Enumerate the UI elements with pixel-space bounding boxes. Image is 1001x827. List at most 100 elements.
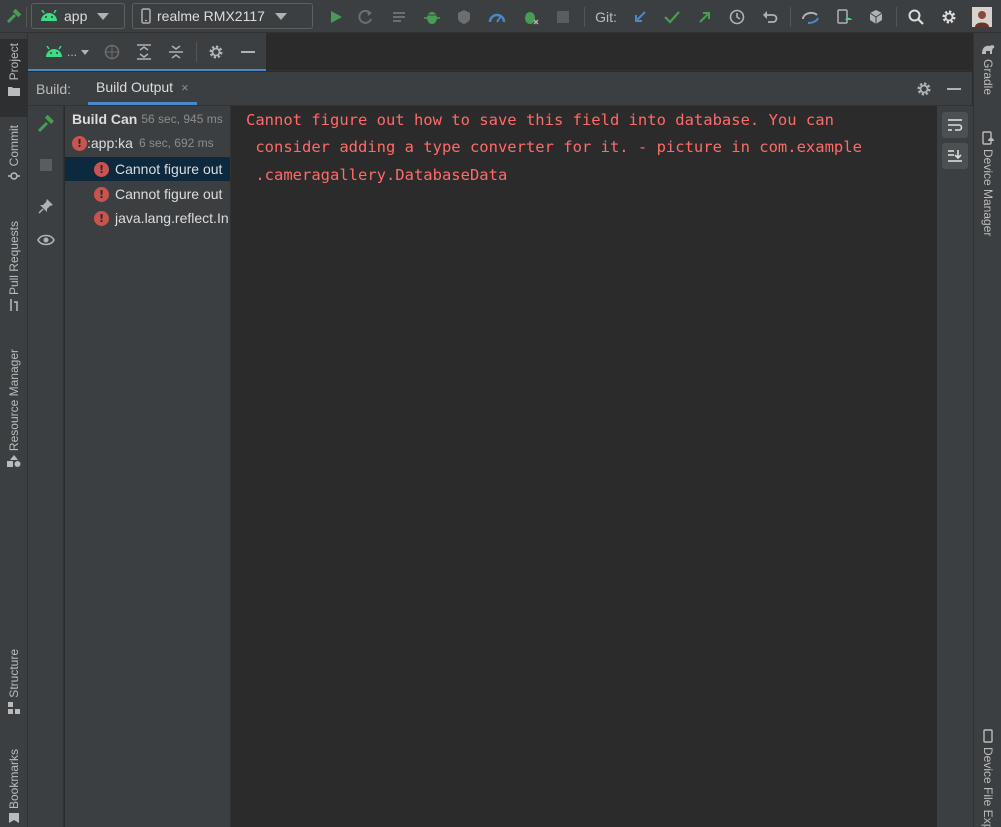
bookmark-icon [9, 813, 19, 824]
device-manager-icon [982, 131, 994, 145]
tree-item-error-2[interactable]: ! Cannot figure out [65, 182, 230, 206]
close-icon[interactable]: × [181, 80, 189, 95]
build-hammer-icon[interactable] [2, 0, 26, 33]
chevron-down-icon [81, 49, 89, 55]
pull-request-icon [8, 299, 20, 312]
tree-item-error-3[interactable]: ! java.lang.reflect.In [65, 206, 230, 230]
sdk-manager-icon[interactable] [864, 0, 888, 33]
device-label: realme RMX2117 [157, 8, 265, 24]
settings-gear-icon[interactable] [912, 72, 936, 105]
console-line: Cannot figure out how to save this field… [246, 111, 834, 129]
device-dots: ... [66, 45, 77, 59]
attach-debugger-icon[interactable] [519, 0, 543, 33]
tab-build-output[interactable]: Build Output × [88, 72, 197, 105]
debug-icon[interactable] [420, 0, 444, 33]
phone-icon [983, 729, 993, 743]
profiler-icon[interactable] [485, 0, 509, 33]
console-line: consider adding a type converter for it.… [246, 138, 862, 156]
tree-item-duration: 56 sec, 945 ms [141, 112, 223, 126]
android-icon [45, 46, 63, 58]
expand-all-icon[interactable] [132, 35, 156, 69]
tree-item-label: Build Can [72, 111, 138, 127]
emulator-toolbar: ... [28, 33, 972, 71]
apply-code-changes-icon[interactable] [388, 0, 412, 33]
scroll-to-end-icon[interactable] [942, 143, 968, 169]
console-line: .cameragallery.DatabaseData [246, 166, 508, 184]
tab-commit-label: Commit [7, 125, 21, 167]
user-avatar[interactable] [970, 0, 994, 33]
device-select[interactable]: realme RMX2117 [132, 3, 313, 29]
soft-wrap-icon[interactable] [942, 112, 968, 138]
tab-device-manager[interactable]: Device Manager [974, 131, 1001, 255]
collapse-all-icon[interactable] [164, 35, 188, 69]
stop-build-icon[interactable] [34, 153, 58, 177]
device-selector[interactable]: ... [42, 35, 92, 69]
console-actions [937, 106, 973, 827]
build-actions-column [28, 106, 64, 827]
run-icon[interactable] [324, 0, 348, 33]
apply-changes-restart-icon[interactable] [354, 0, 378, 33]
build-console[interactable]: Cannot figure out how to save this field… [231, 106, 937, 827]
tab-project[interactable]: Project [0, 39, 28, 117]
tab-pull-requests-label: Pull Requests [7, 221, 21, 296]
pin-icon[interactable] [34, 194, 58, 218]
error-icon: ! [72, 135, 87, 151]
commit-icon [8, 170, 20, 182]
chevron-down-icon [97, 12, 110, 20]
coverage-icon[interactable] [452, 0, 476, 33]
rollback-icon[interactable] [758, 0, 782, 33]
error-icon: ! [94, 186, 109, 202]
android-icon [40, 10, 58, 22]
tree-item-build-root[interactable]: Build Can 56 sec, 945 ms [65, 107, 230, 131]
target-icon[interactable] [100, 35, 124, 69]
hide-panel-icon[interactable] [942, 72, 966, 105]
tab-commit[interactable]: Commit [0, 125, 28, 195]
run-config-label: app [64, 8, 88, 24]
folder-icon [8, 86, 20, 97]
tree-item-task[interactable]: ! :app:ka 6 sec, 692 ms [65, 131, 230, 155]
error-icon: ! [94, 161, 109, 177]
tab-pull-requests[interactable]: Pull Requests [0, 221, 28, 323]
tree-item-error-1[interactable]: ! Cannot figure out [65, 157, 230, 181]
tab-device-manager-label: Device Manager [981, 149, 995, 237]
build-window-title: Build: [36, 81, 72, 97]
stop-icon[interactable] [551, 0, 575, 33]
phone-icon [141, 8, 151, 24]
sync-gradle-icon[interactable] [798, 0, 824, 33]
tree-item-label: Cannot figure out [115, 161, 223, 177]
tree-item-duration: 6 sec, 692 ms [138, 136, 214, 150]
git-push-icon[interactable] [693, 0, 717, 33]
history-icon[interactable] [725, 0, 749, 33]
structure-icon [8, 701, 20, 714]
tab-bookmarks-label: Bookmarks [7, 749, 21, 810]
right-tool-strip: Gradle Device Manager Device File Explor… [973, 33, 1001, 827]
tree-item-label: java.lang.reflect.In [115, 210, 229, 226]
rebuild-hammer-icon[interactable] [34, 112, 58, 136]
tab-gradle[interactable]: Gradle [974, 43, 1001, 109]
minimize-icon[interactable] [236, 35, 260, 69]
git-update-icon[interactable] [628, 0, 652, 33]
search-icon[interactable] [904, 0, 928, 33]
tab-resource-manager[interactable]: Resource Manager [0, 349, 28, 485]
tab-device-file-explorer[interactable]: Device File Explorer [974, 729, 1001, 827]
tree-item-label: :app:ka [87, 135, 133, 151]
emulator-tools: ... [28, 33, 266, 71]
chevron-down-icon [274, 12, 287, 20]
resource-icon [7, 455, 21, 468]
tab-device-file-explorer-label: Device File Explorer [981, 747, 995, 827]
git-label: Git: [595, 8, 617, 25]
gradle-elephant-icon [981, 43, 995, 55]
git-commit-icon[interactable] [660, 0, 684, 33]
tab-bookmarks[interactable]: Bookmarks [0, 749, 28, 827]
settings-gear-icon[interactable] [937, 0, 961, 33]
tab-resource-manager-label: Resource Manager [7, 349, 21, 452]
device-manager-icon[interactable] [832, 0, 856, 33]
run-config-select[interactable]: app [31, 3, 125, 29]
eye-icon[interactable] [34, 228, 58, 252]
tab-structure[interactable]: Structure [0, 649, 28, 729]
error-icon: ! [94, 210, 109, 226]
main-toolbar: app realme RMX2117 Git: [0, 0, 1001, 33]
build-output-tab-label: Build Output [96, 79, 174, 95]
settings-gear-icon[interactable] [204, 35, 228, 69]
tree-item-label: Cannot figure out [115, 186, 223, 202]
